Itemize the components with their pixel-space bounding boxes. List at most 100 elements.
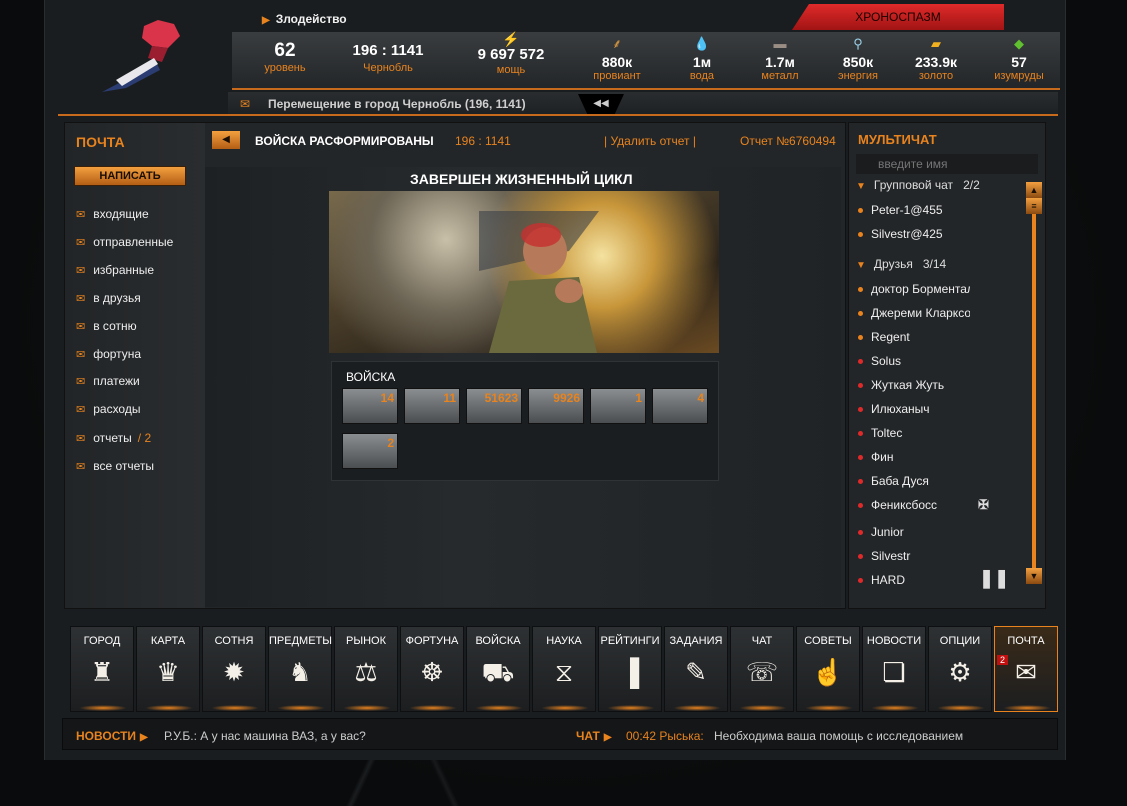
- friend-item[interactable]: Regent: [858, 329, 970, 345]
- nav-label: КАРТА: [150, 635, 186, 647]
- gold-icon: ▰: [931, 36, 941, 51]
- chat-message[interactable]: Необходима ваша помощь с исследованием: [714, 729, 963, 743]
- envelope-icon: ✉: [76, 404, 86, 416]
- nav-items[interactable]: ПРЕДМЕТЫ ♞: [268, 626, 332, 712]
- resource-emeralds[interactable]: ◆ 57 изумруды: [984, 34, 1054, 82]
- friend-item[interactable]: HARD: [858, 572, 970, 588]
- news-text[interactable]: Р.У.Б.: А у нас машина ВАЗ, а у вас?: [164, 729, 366, 743]
- chat-member[interactable]: Silvestr@425: [858, 226, 970, 242]
- resource-gold[interactable]: ▰ 233.9к золото: [901, 34, 971, 82]
- nav-mace[interactable]: СОТНЯ ✹: [202, 626, 266, 712]
- nav-label: НАУКА: [546, 635, 582, 647]
- nav-glow: [871, 705, 919, 711]
- folder-payments[interactable]: ✉ платежи: [76, 373, 140, 389]
- envelope-icon: ✉: [76, 265, 86, 277]
- folder-friends[interactable]: ✉ в друзья: [76, 290, 141, 306]
- news-label[interactable]: НОВОСТИ ▶: [76, 729, 148, 743]
- nav-glow: [805, 705, 853, 711]
- chat-scrollbar[interactable]: [1032, 184, 1036, 568]
- nav-tank[interactable]: ВОЙСКА ⛟: [466, 626, 530, 712]
- emerald-icon: ◆: [1014, 36, 1024, 51]
- unit-drone[interactable]: 51623: [466, 388, 522, 424]
- nav-gear[interactable]: ОПЦИИ ⚙: [928, 626, 992, 712]
- folder-favorites[interactable]: ✉ избранные: [76, 262, 154, 278]
- nav-label: ФОРТУНА: [405, 635, 459, 647]
- player-name[interactable]: ▶ Злодейство: [262, 12, 347, 26]
- news-icon: ❏: [882, 657, 906, 687]
- unit-tank[interactable]: 9926: [528, 388, 584, 424]
- folder-reports[interactable]: ✉ отчеты/ 2: [76, 430, 151, 446]
- folder-fortune[interactable]: ✉ фортуна: [76, 346, 141, 362]
- friend-item[interactable]: Баба Дуся: [858, 473, 970, 489]
- nav-ratings[interactable]: РЕЙТИНГИ ▐: [598, 626, 662, 712]
- soldier-figure: [479, 211, 599, 353]
- unit-truck[interactable]: 11: [404, 388, 460, 424]
- nav-wheel[interactable]: ФОРТУНА ☸: [400, 626, 464, 712]
- rewind-icon: ◀◀: [593, 98, 609, 109]
- folder-expenses[interactable]: ✉ расходы: [76, 401, 140, 417]
- water-icon: 💧: [693, 36, 711, 51]
- resource-energy[interactable]: ⚲ 850к энергия: [823, 34, 893, 82]
- unit-sniper[interactable]: 2: [342, 433, 398, 469]
- unit-soldier[interactable]: 1: [590, 388, 646, 424]
- scroll-thumb[interactable]: ≡: [1026, 198, 1042, 214]
- friend-item[interactable]: Илюханыч: [858, 401, 970, 417]
- nav-emblem[interactable]: КАРТА ♛: [136, 626, 200, 712]
- arrow-left-icon: ◀: [222, 134, 230, 145]
- friend-item[interactable]: Джереми Кларксон: [858, 305, 970, 321]
- friend-item[interactable]: Toltec: [858, 425, 970, 441]
- friend-item[interactable]: доктор Борменталь: [858, 281, 970, 297]
- friend-item[interactable]: Фениксбосс: [858, 497, 970, 513]
- play-icon: ▶: [140, 732, 148, 743]
- nav-label: ПРЕДМЕТЫ: [269, 635, 332, 647]
- nav-dna[interactable]: НАУКА ⧖: [532, 626, 596, 712]
- arrow-up-icon: ▲: [1029, 185, 1039, 195]
- folder-hundred[interactable]: ✉ в сотню: [76, 318, 137, 334]
- group-chat-toggle[interactable]: ▼ Групповой чат 2/2: [856, 178, 980, 192]
- friend-item[interactable]: Фин: [858, 449, 970, 465]
- folder-sent[interactable]: ✉ отправленные: [76, 234, 173, 250]
- chrono-button[interactable]: ХРОНОСПАЗМ: [792, 4, 1004, 30]
- header-divider: [58, 114, 228, 116]
- nav-torch[interactable]: ГОРОД ♜: [70, 626, 134, 712]
- search-input[interactable]: [856, 154, 1038, 174]
- compose-button[interactable]: НАПИСАТЬ: [74, 166, 186, 186]
- nav-label: СОВЕТЫ: [804, 635, 852, 647]
- friend-item[interactable]: Junior: [858, 524, 970, 540]
- resource-metal[interactable]: ▬ 1.7м металл: [745, 34, 815, 82]
- chat-member[interactable]: Peter-1@455: [858, 202, 970, 218]
- nav-quest[interactable]: ЗАДАНИЯ ✎: [664, 626, 728, 712]
- folder-inbox[interactable]: ✉ входящие: [76, 206, 149, 222]
- unit-aircraft[interactable]: 4: [652, 388, 708, 424]
- scroll-down-button[interactable]: ▼: [1026, 568, 1042, 584]
- level-stat: 62 уровень: [264, 40, 306, 74]
- location-stat[interactable]: 196 : 1141 Чернобль: [346, 40, 430, 74]
- nav-label: НОВОСТИ: [866, 635, 922, 647]
- folder-all-reports[interactable]: ✉ все отчеты: [76, 458, 154, 474]
- nav-market[interactable]: РЫНОК ⚖: [334, 626, 398, 712]
- scroll-up-button[interactable]: ▲: [1026, 182, 1042, 198]
- resource-food[interactable]: ⸙ 880к провиант: [582, 34, 652, 82]
- nav-advice[interactable]: СОВЕТЫ ☝: [796, 626, 860, 712]
- friends-toggle[interactable]: ▼ Друзья 3/14: [856, 257, 946, 271]
- nav-handshake[interactable]: ЧАТ ☏: [730, 626, 794, 712]
- nav-mail[interactable]: ПОЧТА ✉ 2: [994, 626, 1058, 712]
- envelope-icon: ✉: [76, 237, 86, 249]
- resource-water[interactable]: 💧 1м вода: [667, 34, 737, 82]
- nav-glow: [607, 705, 655, 711]
- envelope-icon: ✉: [76, 433, 86, 445]
- nav-news[interactable]: НОВОСТИ ❏: [862, 626, 926, 712]
- logo[interactable]: [96, 18, 196, 98]
- friend-item[interactable]: Жуткая Жуть: [858, 377, 970, 393]
- back-button[interactable]: ◀: [212, 131, 240, 149]
- chat-label[interactable]: ЧАТ ▶: [576, 729, 612, 743]
- unit-infantry[interactable]: 14: [342, 388, 398, 424]
- wheat-icon: ⸙: [612, 36, 622, 51]
- nav-glow: [673, 705, 721, 711]
- movement-text[interactable]: Перемещение в город Чернобль (196, 1141): [268, 97, 526, 111]
- report-coords[interactable]: 196 : 1141: [455, 134, 511, 148]
- friend-item[interactable]: Solus: [858, 353, 970, 369]
- chevron-down-icon: ▼: [856, 181, 866, 192]
- friend-item[interactable]: Silvestr: [858, 548, 970, 564]
- delete-report-link[interactable]: | Удалить отчет |: [604, 134, 696, 148]
